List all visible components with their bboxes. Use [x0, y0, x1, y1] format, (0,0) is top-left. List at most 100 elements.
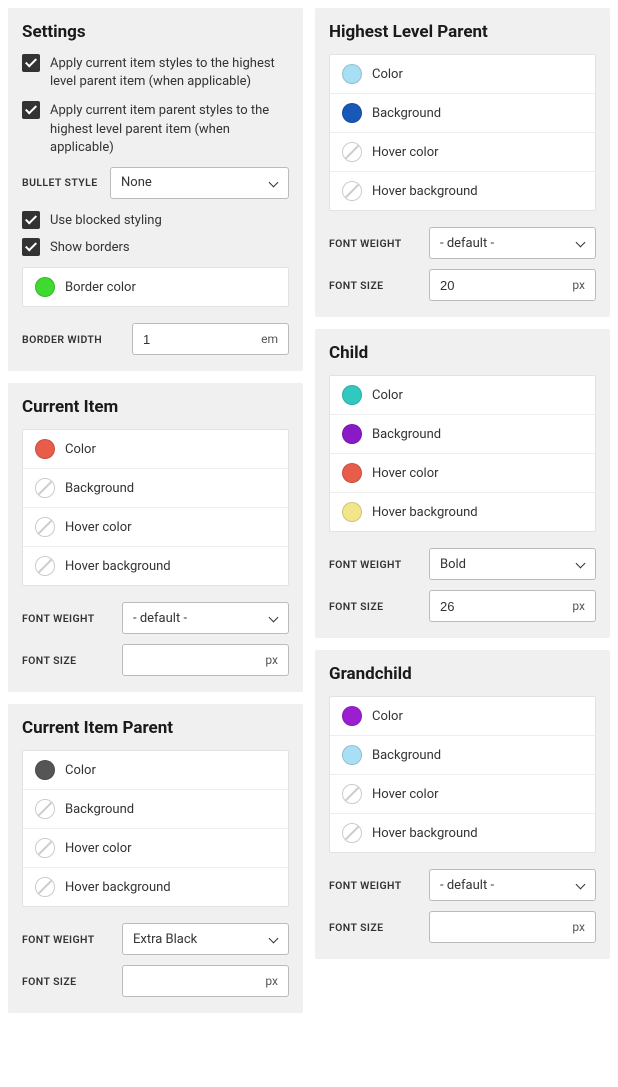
color-swatch [342, 181, 362, 201]
checkbox-row-apply-current[interactable]: Apply current item styles to the highest… [22, 54, 289, 91]
settings-panel: Settings Apply current item styles to th… [8, 8, 303, 371]
font-weight-row: FONT WEIGHT - default - [329, 227, 596, 259]
field-label: BULLET STYLE [22, 176, 100, 189]
unit-label: px [259, 974, 278, 988]
color-swatch [342, 745, 362, 765]
swatch-label: Color [372, 709, 403, 724]
checkbox-icon[interactable] [22, 101, 40, 119]
swatch-label: Background [65, 802, 134, 817]
select-value: Bold [440, 557, 466, 572]
color-swatch [342, 142, 362, 162]
color-swatch [342, 385, 362, 405]
color-row[interactable]: Hover background [330, 814, 595, 852]
color-swatch [342, 823, 362, 843]
input-value[interactable] [133, 653, 259, 668]
color-row[interactable]: Background [330, 94, 595, 133]
checkbox-label: Use blocked styling [50, 211, 162, 230]
font-size-row: FONT SIZE px [329, 911, 596, 943]
color-row[interactable]: Hover color [330, 775, 595, 814]
field-label: FONT WEIGHT [22, 612, 112, 625]
font-weight-select[interactable]: Extra Black [122, 923, 289, 955]
color-row[interactable]: Color [23, 430, 288, 469]
unit-label: em [255, 332, 278, 346]
font-weight-select[interactable]: Bold [429, 548, 596, 580]
color-row[interactable]: Hover background [23, 868, 288, 906]
swatch-list: Color BackgroundHover color Hover backgrou… [329, 375, 596, 532]
checkbox-label: Show borders [50, 238, 130, 257]
color-row[interactable]: Color [23, 751, 288, 790]
font-weight-select[interactable]: - default - [122, 602, 289, 634]
color-row[interactable]: Hover background [330, 493, 595, 531]
input-value[interactable] [440, 599, 566, 614]
font-size-input[interactable]: px [429, 911, 596, 943]
color-row[interactable]: Hover color [23, 829, 288, 868]
font-size-input[interactable]: px [429, 590, 596, 622]
color-row[interactable]: Hover background [23, 547, 288, 585]
color-row[interactable]: Hover color [330, 133, 595, 172]
select-value: - default - [440, 236, 494, 251]
swatch-label: Hover background [65, 559, 171, 574]
color-row[interactable]: Hover color [330, 454, 595, 493]
color-row[interactable]: Color [330, 55, 595, 94]
swatch-label: Border color [65, 280, 136, 295]
checkbox-row-apply-parent[interactable]: Apply current item parent styles to the … [22, 101, 289, 157]
checkbox-icon[interactable] [22, 211, 40, 229]
color-row[interactable]: Background [23, 790, 288, 829]
swatch-list: Color Background Hover color Hover backgrou… [22, 429, 289, 586]
color-swatch [342, 103, 362, 123]
color-swatch [35, 877, 55, 897]
chevron-down-icon [575, 238, 585, 248]
unit-label: px [566, 920, 585, 934]
color-row[interactable]: Background [330, 736, 595, 775]
swatch-label: Color [372, 388, 403, 403]
checkbox-icon[interactable] [22, 54, 40, 72]
border-color-picker[interactable]: Border color [22, 267, 289, 307]
unit-label: px [566, 278, 585, 292]
checkbox-row-show-borders[interactable]: Show borders [22, 238, 289, 257]
swatch-label: Background [65, 481, 134, 496]
color-swatch [35, 799, 55, 819]
select-value: - default - [440, 878, 494, 893]
swatch-label: Hover background [372, 505, 478, 520]
font-size-row: FONT SIZE px [329, 590, 596, 622]
font-weight-select[interactable]: - default - [429, 869, 596, 901]
font-size-input[interactable]: px [122, 644, 289, 676]
field-label: FONT WEIGHT [329, 237, 419, 250]
unit-label: px [259, 653, 278, 667]
font-weight-row: FONT WEIGHT - default - [329, 869, 596, 901]
input-value[interactable] [133, 974, 259, 989]
color-row[interactable]: Background [23, 469, 288, 508]
font-size-input[interactable]: px [122, 965, 289, 997]
current-item-parent-panel: Current Item Parent ColorBackgroundHover… [8, 704, 303, 1013]
input-value[interactable] [440, 278, 566, 293]
font-weight-select[interactable]: - default - [429, 227, 596, 259]
swatch-label: Hover background [65, 880, 171, 895]
color-row[interactable]: Color [330, 376, 595, 415]
checkbox-icon[interactable] [22, 238, 40, 256]
panel-title: Current Item [22, 397, 289, 417]
swatch-label: Color [65, 763, 96, 778]
panel-title: Child [329, 343, 596, 363]
bullet-style-select[interactable]: None [110, 167, 289, 199]
color-row[interactable]: Hover background [330, 172, 595, 210]
font-size-input[interactable]: px [429, 269, 596, 301]
checkbox-row-blocked-styling[interactable]: Use blocked styling [22, 211, 289, 230]
color-row[interactable]: Hover color [23, 508, 288, 547]
input-value[interactable] [143, 332, 255, 347]
input-value[interactable] [440, 920, 566, 935]
border-width-input[interactable]: em [132, 323, 289, 355]
chevron-down-icon [268, 178, 278, 188]
color-swatch [35, 277, 55, 297]
panel-title: Highest Level Parent [329, 22, 596, 42]
select-value: None [121, 175, 152, 190]
chevron-down-icon [575, 880, 585, 890]
chevron-down-icon [575, 559, 585, 569]
color-row[interactable]: Background [330, 415, 595, 454]
field-label: FONT WEIGHT [329, 558, 419, 571]
grandchild-panel: Grandchild ColorBackgroundHover colorHov… [315, 650, 610, 959]
select-value: - default - [133, 611, 187, 626]
font-weight-row: FONT WEIGHT - default - [22, 602, 289, 634]
color-swatch [342, 784, 362, 804]
font-size-row: FONT SIZE px [329, 269, 596, 301]
color-row[interactable]: Color [330, 697, 595, 736]
